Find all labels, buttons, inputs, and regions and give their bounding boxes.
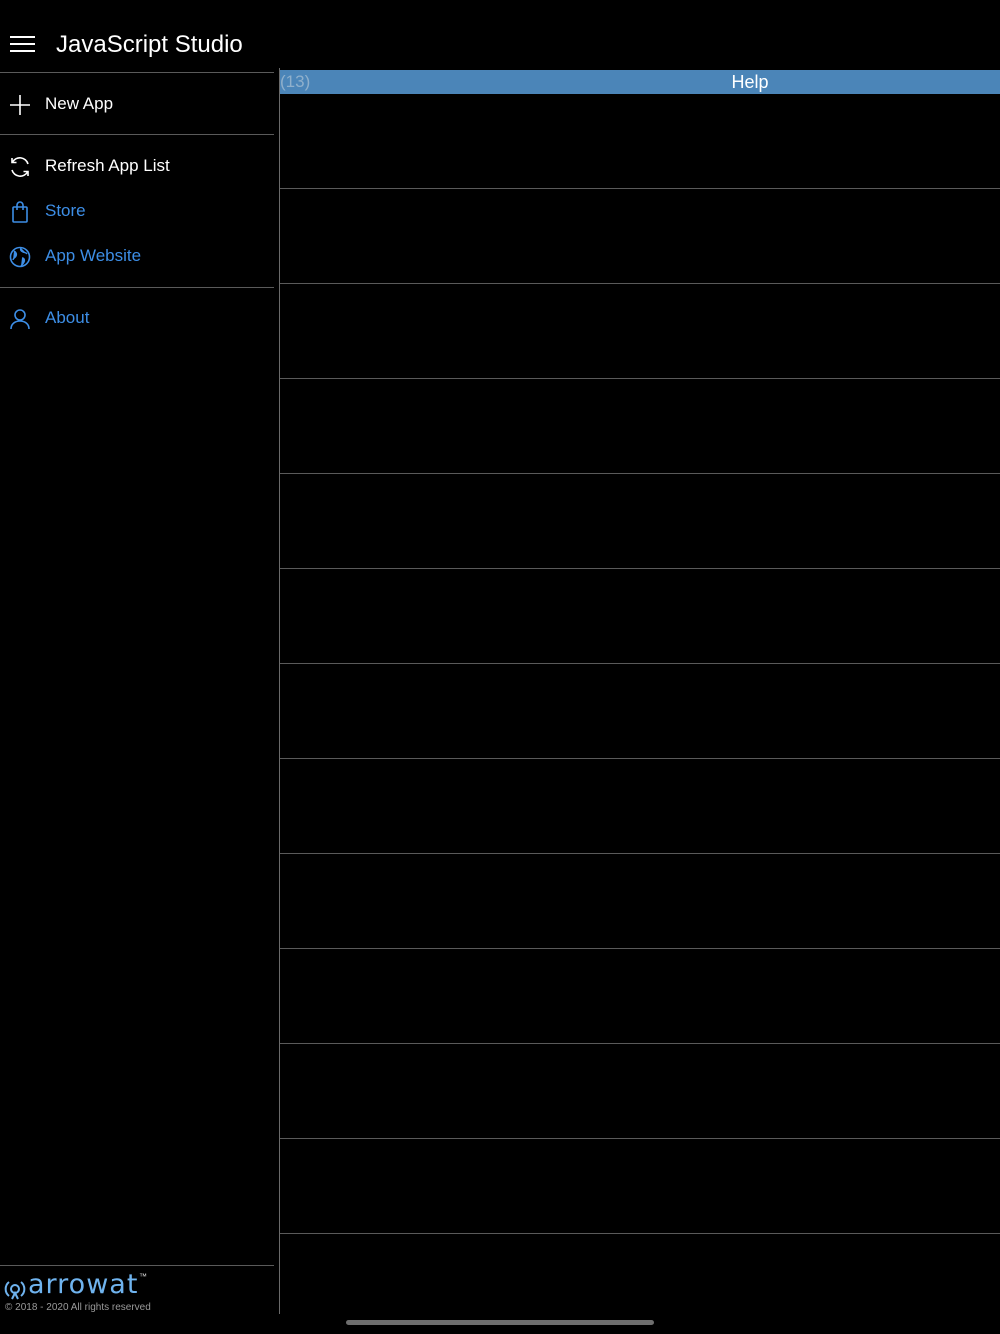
refresh-app-list-button[interactable]: Refresh App List xyxy=(0,146,274,186)
refresh-icon xyxy=(8,155,32,179)
about-label: About xyxy=(45,308,90,327)
app-header: JavaScript Studio xyxy=(0,0,1000,72)
store-button[interactable]: Store xyxy=(0,191,274,231)
list-item[interactable] xyxy=(280,949,1000,1044)
help-header-bar[interactable]: (13) Help xyxy=(280,70,1000,94)
app-list xyxy=(280,94,1000,1328)
store-label: Store xyxy=(45,201,86,220)
list-item[interactable] xyxy=(280,854,1000,949)
divider xyxy=(0,134,274,135)
app-title: JavaScript Studio xyxy=(56,31,243,58)
logo-trademark: ™ xyxy=(139,1272,147,1281)
list-item[interactable] xyxy=(280,189,1000,284)
logo-text: arrowat xyxy=(28,1269,139,1300)
list-item[interactable] xyxy=(280,284,1000,379)
divider xyxy=(0,72,274,73)
new-app-button[interactable]: New App xyxy=(0,84,274,124)
list-item[interactable] xyxy=(280,664,1000,759)
list-item[interactable] xyxy=(280,569,1000,664)
shopping-bag-icon xyxy=(8,200,32,224)
new-app-label: New App xyxy=(45,94,114,113)
divider xyxy=(0,287,274,288)
home-indicator[interactable] xyxy=(346,1320,654,1325)
list-item[interactable] xyxy=(280,94,1000,189)
arrowat-logo-icon xyxy=(4,1281,26,1300)
list-item[interactable] xyxy=(280,1234,1000,1328)
plus-icon xyxy=(8,93,32,117)
list-item[interactable] xyxy=(280,379,1000,474)
refresh-app-list-label: Refresh App List xyxy=(45,156,170,175)
list-item[interactable] xyxy=(280,1044,1000,1139)
about-button[interactable]: About xyxy=(0,298,274,338)
person-icon xyxy=(8,307,32,331)
arrowat-logo: arrowat ™ xyxy=(4,1269,204,1302)
hamburger-menu-icon[interactable] xyxy=(10,34,36,54)
app-website-label: App Website xyxy=(45,246,142,265)
list-item[interactable] xyxy=(280,759,1000,854)
help-title: Help xyxy=(731,72,769,92)
divider xyxy=(0,1265,274,1266)
list-item[interactable] xyxy=(280,1139,1000,1234)
copyright-text: © 2018 - 2020 All rights reserved xyxy=(5,1302,151,1313)
list-item[interactable] xyxy=(280,474,1000,569)
app-website-button[interactable]: App Website xyxy=(0,236,274,276)
globe-icon xyxy=(8,245,32,269)
